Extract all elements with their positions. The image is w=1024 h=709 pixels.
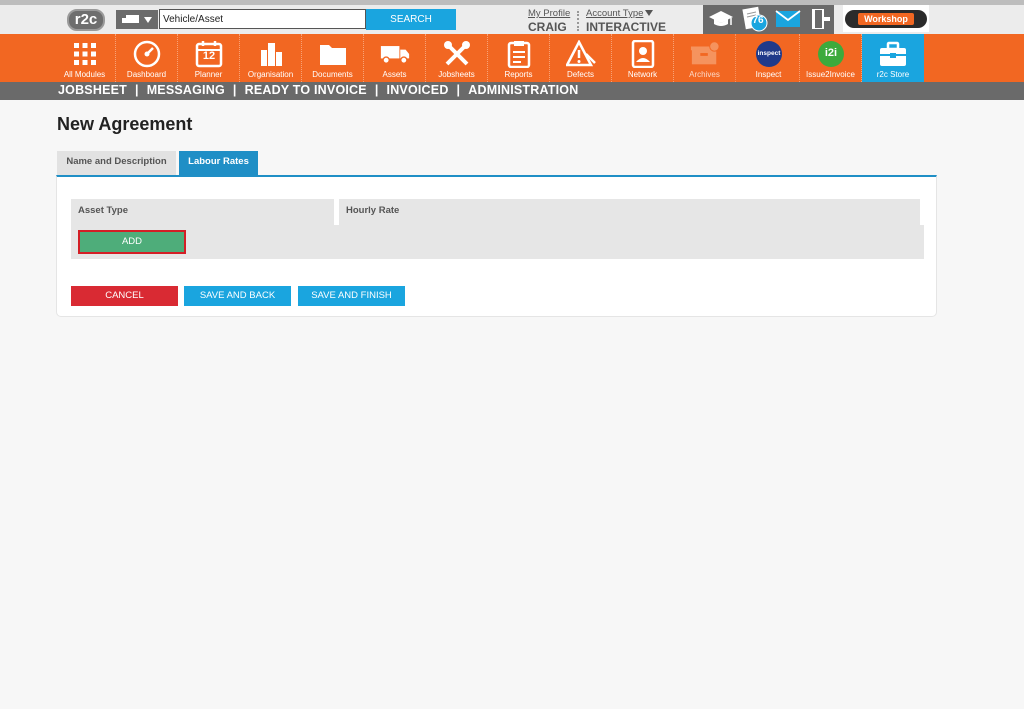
module-defects[interactable]: Defects xyxy=(550,34,612,82)
search-input[interactable] xyxy=(159,9,366,29)
module-all-modules[interactable]: All Modules xyxy=(54,34,116,82)
module-label: Assets xyxy=(382,70,407,79)
chevron-down-icon[interactable] xyxy=(645,10,654,16)
cancel-button[interactable]: CANCEL xyxy=(71,286,178,306)
subnav-separator: | xyxy=(134,83,139,97)
module-planner[interactable]: 12 Planner xyxy=(178,34,240,82)
module-label: r2c Store xyxy=(876,70,910,79)
column-header-hourly-rate: Hourly Rate xyxy=(339,199,920,225)
subnav-separator: | xyxy=(374,83,379,97)
subnav-item-messaging[interactable]: MESSAGING xyxy=(147,83,225,97)
warning-icon xyxy=(565,39,596,69)
save-and-back-button[interactable]: SAVE AND BACK xyxy=(184,286,291,306)
tools-icon xyxy=(442,39,472,69)
module-label: Defects xyxy=(566,70,595,79)
module-archives[interactable]: Archives xyxy=(674,34,736,82)
truck-icon xyxy=(121,14,139,25)
module-label: Network xyxy=(627,70,658,79)
module-organisation[interactable]: Organisation xyxy=(240,34,302,82)
folder-icon xyxy=(318,39,348,69)
subnav-separator: | xyxy=(456,83,461,97)
subnav-item-invoiced[interactable]: INVOICED xyxy=(387,83,449,97)
planner-date-number: 12 xyxy=(202,50,216,62)
inspect-badge-text: inspect xyxy=(757,50,781,57)
module-jobsheets[interactable]: Jobsheets xyxy=(426,34,488,82)
chevron-down-icon xyxy=(144,16,153,23)
module-inspect[interactable]: inspect Inspect xyxy=(738,34,800,82)
briefcase-icon xyxy=(878,39,908,69)
subnav-separator: | xyxy=(232,83,237,97)
account-block: Account Type INTERACTIVE xyxy=(586,8,666,34)
module-label: Organisation xyxy=(247,70,294,79)
wrench-icon: Workshop xyxy=(845,9,927,28)
profile-block: My Profile CRAIG xyxy=(528,8,570,34)
module-nav: All Modules Dashboard 12 Planner Organis… xyxy=(0,34,1024,82)
module-dashboard[interactable]: Dashboard xyxy=(116,34,178,82)
subnav-item-administration[interactable]: ADMINISTRATION xyxy=(468,83,578,97)
address-book-icon xyxy=(628,39,658,69)
clipboard-icon xyxy=(504,39,534,69)
sub-navigation: JOBSHEET | MESSAGING | READY TO INVOICE … xyxy=(0,82,1024,100)
module-reports[interactable]: Reports xyxy=(488,34,550,82)
account-type-value: INTERACTIVE xyxy=(586,20,667,34)
module-label: Inspect xyxy=(755,70,782,79)
module-label: Planner xyxy=(194,70,223,79)
module-r2c-store[interactable]: r2c Store xyxy=(862,34,924,82)
workshop-label: Workshop xyxy=(858,12,914,25)
archive-icon xyxy=(690,39,720,69)
save-and-finish-button[interactable]: SAVE AND FINISH xyxy=(298,286,405,306)
r2c-logo[interactable]: r2c xyxy=(62,9,110,31)
notification-badge: 76 xyxy=(752,15,764,26)
training-button[interactable] xyxy=(705,5,736,33)
logout-button[interactable] xyxy=(804,5,835,33)
module-assets[interactable]: Assets xyxy=(364,34,426,82)
module-label: All Modules xyxy=(63,70,106,79)
tab-labour-rates[interactable]: Labour Rates xyxy=(179,151,258,175)
grid-icon xyxy=(70,39,100,69)
search-button[interactable]: SEARCH xyxy=(366,9,456,30)
labour-rates-table: Asset Type Hourly Rate ADD xyxy=(71,199,924,259)
module-label: Reports xyxy=(504,70,533,79)
workshop-button[interactable]: Workshop xyxy=(843,5,929,32)
module-network[interactable]: Network xyxy=(612,34,674,82)
module-label: Dashboard xyxy=(126,70,167,79)
module-issue2invoice[interactable]: i2i Issue2Invoice xyxy=(800,34,862,82)
user-name: CRAIG xyxy=(528,20,567,34)
subnav-item-jobsheet[interactable]: JOBSHEET xyxy=(58,83,127,97)
module-label: Jobsheets xyxy=(438,70,475,79)
module-documents[interactable]: Documents xyxy=(302,34,364,82)
column-header-asset-type: Asset Type xyxy=(71,199,334,225)
mail-button[interactable] xyxy=(772,5,803,33)
subnav-item-ready-to-invoice[interactable]: READY TO INVOICE xyxy=(245,83,367,97)
truck-icon xyxy=(380,39,410,69)
gauge-icon xyxy=(132,39,162,69)
page-title: New Agreement xyxy=(57,114,193,134)
buildings-icon xyxy=(256,39,286,69)
graduation-cap-icon xyxy=(708,11,733,26)
my-profile-link[interactable]: My Profile xyxy=(528,8,570,19)
i2i-badge-text: i2i xyxy=(824,47,838,59)
account-type-link[interactable]: Account Type xyxy=(586,8,643,19)
vehicle-type-select[interactable] xyxy=(116,10,158,29)
module-label: Documents xyxy=(312,70,353,79)
module-label: Issue2Invoice xyxy=(806,70,855,79)
logo-text: r2c xyxy=(66,9,106,31)
envelope-icon xyxy=(774,10,801,27)
profile-divider xyxy=(577,11,579,31)
column-divider xyxy=(920,199,924,225)
module-label: Archives xyxy=(689,70,720,79)
tab-name-and-description[interactable]: Name and Description xyxy=(57,151,176,175)
logout-icon xyxy=(811,9,830,29)
add-row-button[interactable]: ADD xyxy=(78,230,186,254)
labour-rates-panel: Asset Type Hourly Rate ADD CANCEL SAVE A… xyxy=(56,175,937,317)
